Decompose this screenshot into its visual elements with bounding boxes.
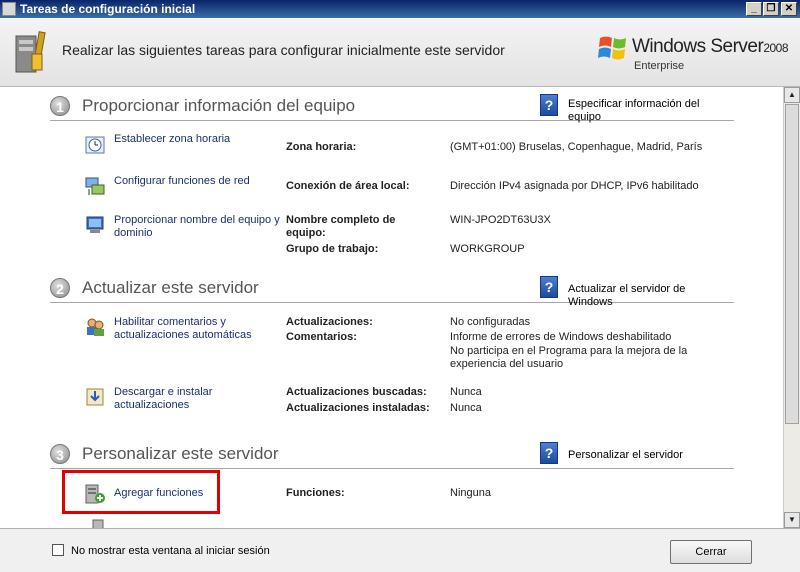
clock-icon bbox=[85, 136, 105, 154]
users-icon bbox=[87, 318, 104, 336]
tools-icon bbox=[15, 31, 46, 73]
app-icon bbox=[2, 2, 16, 16]
section-number: 2 bbox=[50, 278, 70, 298]
section-link-label[interactable]: Especificar información del equipo bbox=[568, 98, 728, 124]
field-label: Comentarios: bbox=[286, 331, 357, 343]
brand-version: 2008 bbox=[763, 41, 789, 55]
section-2-header: 2 Actualizar este servidor ? Actualizar … bbox=[50, 276, 734, 308]
section-number: 1 bbox=[50, 96, 70, 116]
highlight-box bbox=[62, 470, 220, 514]
task-link[interactable]: Descargar e instalar actualizaciones bbox=[114, 386, 280, 412]
windows-flag-icon bbox=[598, 36, 626, 60]
field-label: Funciones: bbox=[286, 487, 345, 499]
field-label: Nombre completo de equipo: bbox=[286, 214, 396, 239]
section-link-label[interactable]: Actualizar el servidor de Windows bbox=[568, 283, 728, 309]
download-icon bbox=[86, 388, 104, 406]
task-link[interactable]: Habilitar comentarios y actualizaciones … bbox=[114, 316, 280, 342]
tasks-panel: 1 Proporcionar información del equipo ? … bbox=[0, 87, 783, 528]
title-bar: Tareas de configuración inicial _ ❐ ✕ bbox=[0, 0, 800, 18]
vertical-scrollbar[interactable]: ▲ ▼ bbox=[783, 87, 800, 528]
footer: No mostrar esta ventana al iniciar sesió… bbox=[0, 528, 800, 572]
field-value: No configuradas bbox=[450, 316, 531, 328]
dont-show-checkbox[interactable] bbox=[52, 544, 64, 556]
help-icon: ? bbox=[540, 94, 558, 116]
task-link[interactable]: Configurar funciones de red bbox=[114, 175, 280, 188]
minimize-button[interactable]: _ bbox=[746, 2, 762, 16]
field-label: Zona horaria: bbox=[286, 141, 357, 153]
window-title: Tareas de configuración inicial bbox=[20, 2, 196, 16]
scroll-down-button[interactable]: ▼ bbox=[784, 512, 800, 528]
field-value: Informe de errores de Windows deshabilit… bbox=[450, 331, 672, 343]
field-label: Actualizaciones instaladas: bbox=[286, 402, 430, 414]
computer-icon bbox=[86, 216, 104, 233]
section-1-link[interactable]: ? Especificar información del equipo bbox=[540, 94, 730, 123]
section-3-header: 3 Personalizar este servidor ? Personali… bbox=[50, 442, 734, 469]
field-value: Nunca bbox=[450, 386, 482, 398]
section-title: Proporcionar información del equipo bbox=[82, 96, 356, 115]
header-banner: Realizar las siguientes tareas para conf… bbox=[0, 18, 800, 87]
dont-show-label[interactable]: No mostrar esta ventana al iniciar sesió… bbox=[71, 545, 270, 557]
server-icon bbox=[92, 519, 104, 528]
network-icon bbox=[85, 177, 105, 195]
task-link[interactable]: Proporcionar nombre del equipo y dominio bbox=[114, 214, 280, 240]
close-button[interactable]: Cerrar bbox=[670, 540, 752, 564]
field-value: Dirección IPv4 asignada por DHCP, IPv6 h… bbox=[450, 180, 699, 192]
header-text: Realizar las siguientes tareas para conf… bbox=[62, 42, 505, 58]
restore-button[interactable]: ❐ bbox=[763, 2, 779, 16]
section-number: 3 bbox=[50, 444, 70, 464]
field-label: Conexión de área local: bbox=[286, 180, 410, 192]
field-label: Actualizaciones: bbox=[286, 316, 373, 328]
field-label: Grupo de trabajo: bbox=[286, 243, 379, 255]
brand-name: Windows Server bbox=[632, 36, 764, 57]
field-value: (GMT+01:00) Bruselas, Copenhague, Madrid… bbox=[450, 141, 703, 153]
field-value: WORKGROUP bbox=[450, 243, 525, 255]
task-link[interactable]: Establecer zona horaria bbox=[114, 133, 280, 146]
section-1-header: 1 Proporcionar información del equipo ? … bbox=[50, 94, 734, 123]
field-value-extra: No participa en el Programa para la mejo… bbox=[450, 345, 688, 370]
field-value: Nunca bbox=[450, 402, 482, 414]
brand-edition: Enterprise bbox=[634, 60, 685, 72]
section-2-link[interactable]: ? Actualizar el servidor de Windows bbox=[540, 276, 730, 308]
help-icon: ? bbox=[540, 276, 558, 298]
close-window-button[interactable]: ✕ bbox=[781, 2, 797, 16]
help-icon: ? bbox=[540, 442, 558, 464]
scroll-up-button[interactable]: ▲ bbox=[784, 87, 800, 103]
field-value: Ninguna bbox=[450, 487, 491, 499]
windows-server-logo: Windows Server2008 Enterprise bbox=[598, 32, 789, 76]
section-link-label[interactable]: Personalizar el servidor bbox=[568, 449, 728, 462]
section-title: Personalizar este servidor bbox=[82, 444, 279, 463]
section-title: Actualizar este servidor bbox=[82, 278, 259, 297]
scroll-thumb[interactable] bbox=[785, 104, 799, 424]
section-3-link[interactable]: ? Personalizar el servidor bbox=[540, 442, 730, 468]
field-value: WIN-JPO2DT63U3X bbox=[450, 214, 551, 226]
field-label: Actualizaciones buscadas: bbox=[286, 386, 427, 398]
